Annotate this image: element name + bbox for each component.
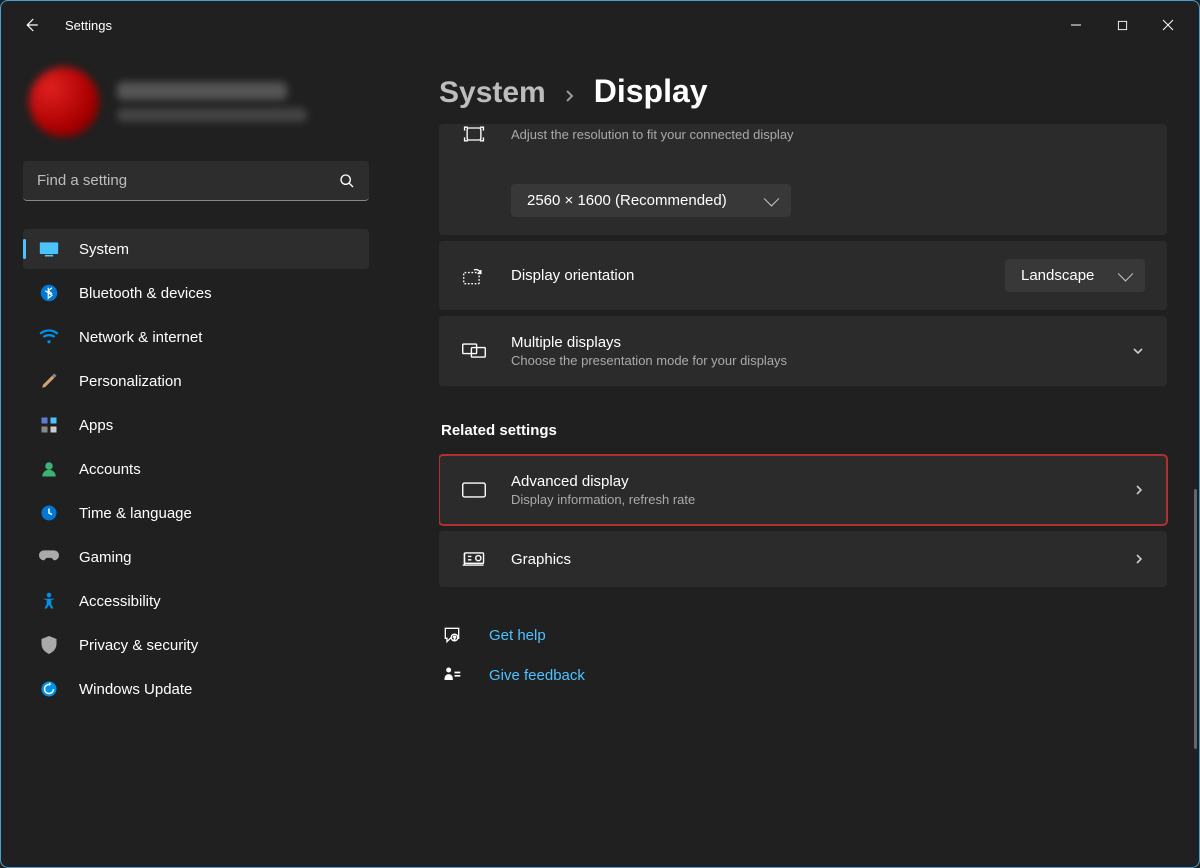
card-display-orientation[interactable]: Display orientation Landscape — [439, 241, 1167, 310]
content: System Display Adjust the resolution to … — [391, 49, 1199, 867]
scrollbar[interactable] — [1193, 189, 1197, 859]
card-advanced-display[interactable]: Advanced display Display information, re… — [439, 455, 1167, 525]
paintbrush-icon — [39, 371, 59, 391]
card-desc: Choose the presentation mode for your di… — [511, 353, 1107, 368]
close-icon — [1162, 19, 1174, 31]
link-text: Give feedback — [489, 667, 585, 684]
search-wrap — [23, 161, 369, 201]
sidebar-item-label: Network & internet — [79, 329, 202, 346]
sidebar-item-label: Bluetooth & devices — [79, 285, 212, 302]
sidebar-item-gaming[interactable]: Gaming — [23, 537, 369, 577]
sidebar-item-label: Privacy & security — [79, 637, 198, 654]
minimize-button[interactable] — [1053, 9, 1099, 41]
card-title: Graphics — [511, 551, 1109, 568]
window-controls — [1053, 9, 1191, 41]
app-title: Settings — [65, 18, 112, 33]
avatar — [29, 67, 99, 137]
chevron-right-icon — [1133, 553, 1145, 565]
gamepad-icon — [39, 547, 59, 567]
system-icon — [39, 239, 59, 259]
monitor-icon — [461, 480, 487, 500]
breadcrumb-parent[interactable]: System — [439, 76, 546, 110]
card-desc: Adjust the resolution to fit your connec… — [511, 127, 794, 142]
get-help-link[interactable]: ? Get help — [441, 625, 1167, 645]
arrow-left-icon — [22, 16, 40, 34]
maximize-button[interactable] — [1099, 9, 1145, 41]
card-multiple-displays[interactable]: Multiple displays Choose the presentatio… — [439, 316, 1167, 386]
card-title: Multiple displays — [511, 334, 1107, 351]
chevron-right-icon — [1133, 484, 1145, 496]
maximize-icon — [1117, 20, 1128, 31]
card-desc: Display information, refresh rate — [511, 492, 1109, 507]
scroll-area[interactable]: Adjust the resolution to fit your connec… — [439, 124, 1185, 834]
title-bar: Settings — [1, 1, 1199, 49]
breadcrumb: System Display — [439, 73, 1185, 110]
link-text: Get help — [489, 627, 546, 644]
sidebar-item-system[interactable]: System — [23, 229, 369, 269]
sidebar-item-label: Personalization — [79, 373, 182, 390]
shield-icon — [39, 635, 59, 655]
close-button[interactable] — [1145, 9, 1191, 41]
profile-name-redacted — [117, 82, 287, 100]
sidebar-item-label: Accessibility — [79, 593, 161, 610]
card-display-resolution[interactable]: Adjust the resolution to fit your connec… — [439, 124, 1167, 235]
sidebar-item-label: System — [79, 241, 129, 258]
sidebar-item-label: Windows Update — [79, 681, 192, 698]
sidebar-item-label: Gaming — [79, 549, 132, 566]
sidebar-item-windows-update[interactable]: Windows Update — [23, 669, 369, 709]
feedback-icon — [441, 665, 463, 685]
wifi-icon — [39, 327, 59, 347]
search-icon — [339, 173, 355, 189]
sidebar-item-personalization[interactable]: Personalization — [23, 361, 369, 401]
update-icon — [39, 679, 59, 699]
sidebar-item-time-language[interactable]: Time & language — [23, 493, 369, 533]
card-title: Display orientation — [511, 267, 981, 284]
card-title: Advanced display — [511, 473, 1109, 490]
help-links: ? Get help Give feedback — [439, 625, 1167, 685]
svg-text:?: ? — [453, 636, 456, 642]
sidebar-item-label: Apps — [79, 417, 113, 434]
multiple-displays-icon — [461, 341, 487, 361]
sidebar-item-accounts[interactable]: Accounts — [23, 449, 369, 489]
scrollbar-thumb[interactable] — [1194, 489, 1197, 749]
sidebar-item-label: Time & language — [79, 505, 192, 522]
nav: System Bluetooth & devices Network & int… — [23, 229, 369, 709]
sidebar-item-network[interactable]: Network & internet — [23, 317, 369, 357]
resolution-dropdown[interactable]: 2560 × 1600 (Recommended) — [511, 184, 791, 217]
back-button[interactable] — [21, 15, 41, 35]
card-graphics[interactable]: Graphics — [439, 531, 1167, 587]
gpu-icon — [461, 549, 487, 569]
chevron-right-icon — [564, 90, 576, 102]
clock-icon — [39, 503, 59, 523]
sidebar-item-privacy[interactable]: Privacy & security — [23, 625, 369, 665]
profile-text — [117, 82, 307, 122]
resolution-icon — [461, 124, 487, 144]
accessibility-icon — [39, 591, 59, 611]
help-icon: ? — [441, 625, 463, 645]
person-icon — [39, 459, 59, 479]
search-input[interactable] — [23, 161, 369, 201]
minimize-icon — [1070, 19, 1082, 31]
orientation-icon — [461, 266, 487, 286]
dropdown-value: Landscape — [1021, 267, 1094, 284]
dropdown-value: 2560 × 1600 (Recommended) — [527, 192, 727, 209]
sidebar-item-accessibility[interactable]: Accessibility — [23, 581, 369, 621]
chevron-down-icon — [1131, 344, 1145, 358]
bluetooth-icon — [39, 283, 59, 303]
sidebar-item-label: Accounts — [79, 461, 141, 478]
sidebar-item-apps[interactable]: Apps — [23, 405, 369, 445]
sidebar-item-bluetooth[interactable]: Bluetooth & devices — [23, 273, 369, 313]
apps-icon — [39, 415, 59, 435]
profile-block[interactable] — [23, 67, 369, 137]
orientation-dropdown[interactable]: Landscape — [1005, 259, 1145, 292]
breadcrumb-current: Display — [594, 73, 708, 110]
profile-email-redacted — [117, 108, 307, 122]
sidebar: System Bluetooth & devices Network & int… — [1, 49, 391, 867]
section-related-heading: Related settings — [441, 422, 1167, 439]
give-feedback-link[interactable]: Give feedback — [441, 665, 1167, 685]
